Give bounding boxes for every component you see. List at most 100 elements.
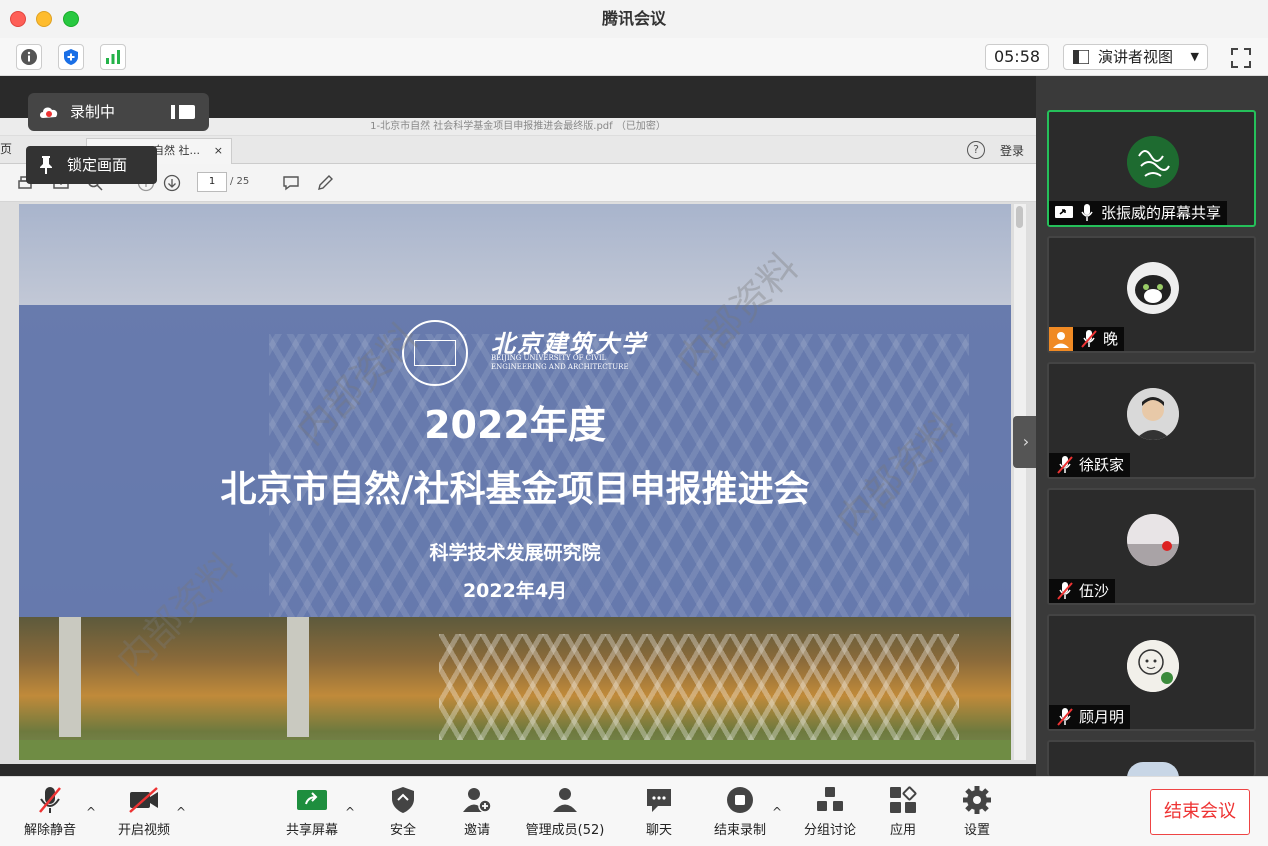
layout-icon (1073, 50, 1089, 64)
unmute-button[interactable]: 解除静音 (22, 785, 78, 838)
participant-label: 伍沙 (1049, 579, 1116, 603)
chevron-up-icon[interactable]: ^ (772, 805, 782, 819)
stop-record-icon (727, 787, 753, 813)
avatar (1127, 136, 1179, 188)
chat-label: 聊天 (645, 823, 672, 838)
info-icon[interactable] (16, 44, 42, 70)
signal-icon[interactable] (100, 44, 126, 70)
title-bar: 腾讯会议 (0, 0, 1268, 38)
add-user-icon (463, 788, 492, 813)
video-off-icon (129, 787, 158, 813)
security-label: 安全 (389, 823, 416, 838)
comment-icon[interactable] (282, 174, 300, 192)
stop-record-icon[interactable] (181, 105, 195, 119)
participant-tile[interactable]: 张振威的屏幕共享 (1047, 110, 1256, 227)
slide-title: 北京市自然/社科基金项目申报推进会 (220, 469, 810, 510)
microphone-icon (1081, 204, 1093, 221)
lock-screen-button[interactable]: 锁定画面 (26, 146, 157, 184)
breakout-icon (817, 787, 843, 811)
recording-label: 录制中 (70, 103, 116, 121)
view-mode-label: 演讲者视图 (1098, 48, 1174, 66)
participant-label: 徐跃家 (1049, 453, 1131, 477)
members-icon (553, 788, 577, 812)
avatar (1127, 514, 1179, 566)
mic-muted-icon (1057, 708, 1073, 726)
university-logo-english: BEIJING UNIVERSITY OF CIVIL ENGINEERING … (491, 354, 629, 371)
lock-screen-label: 锁定画面 (67, 156, 128, 174)
fullscreen-icon[interactable] (1229, 46, 1253, 70)
page-down-icon[interactable] (163, 174, 181, 192)
pen-icon[interactable] (316, 174, 334, 192)
screen-share-icon (1055, 206, 1073, 218)
chevron-up-icon[interactable]: ^ (86, 805, 96, 819)
window-close-button[interactable] (10, 11, 26, 27)
chat-icon (647, 789, 671, 812)
shield-icon (392, 787, 414, 813)
security-button[interactable]: 安全 (381, 785, 425, 838)
start-video-button[interactable]: 开启视频 (116, 785, 172, 838)
participant-tile[interactable]: 晚 (1047, 236, 1256, 353)
chevron-down-icon: ▼ (1190, 50, 1199, 63)
end-recording-button[interactable]: 结束录制 (711, 785, 769, 838)
settings-label: 设置 (963, 823, 990, 838)
end-meeting-button[interactable]: 结束会议 (1150, 789, 1250, 835)
meeting-timer: 05:58 (985, 44, 1049, 70)
slide-organization: 科学技术发展研究院 (429, 542, 601, 564)
gear-icon (963, 786, 991, 814)
login-link[interactable]: 登录 (1000, 142, 1024, 159)
pdf-scrollbar[interactable] (1014, 204, 1026, 760)
shield-icon[interactable] (58, 44, 84, 70)
avatar (1127, 640, 1179, 692)
settings-button[interactable]: 设置 (955, 785, 999, 838)
help-icon[interactable]: ? (967, 141, 985, 159)
bottom-toolbar: 解除静音 ^ 开启视频 ^ 共享屏幕 ^ 安全 邀请 管理成员(52) 聊天 结… (0, 776, 1268, 846)
window-minimize-button[interactable] (36, 11, 52, 27)
window-title: 腾讯会议 (601, 9, 666, 28)
apps-button[interactable]: 应用 (881, 785, 925, 838)
share-screen-button[interactable]: 共享屏幕 (283, 785, 341, 838)
unmute-label: 解除静音 (23, 823, 76, 838)
chevron-up-icon[interactable]: ^ (345, 805, 355, 819)
meeting-window: 腾讯会议 05:58 演讲者视图 ▼ 1-北京市自然 社会科学基金项目申报推进会… (0, 0, 1268, 846)
participant-tile[interactable] (1047, 740, 1256, 778)
chevron-up-icon[interactable]: ^ (176, 805, 186, 819)
recording-indicator: 录制中 (28, 93, 209, 131)
participant-tile[interactable]: 顾月明 (1047, 614, 1256, 731)
window-maximize-button[interactable] (63, 11, 79, 27)
chat-button[interactable]: 聊天 (637, 785, 681, 838)
pdf-scrollbar-thumb[interactable] (1016, 206, 1023, 228)
view-mode-button[interactable]: 演讲者视图 ▼ (1063, 44, 1208, 70)
participant-name: 顾月明 (1079, 708, 1125, 726)
slide-date: 2022年4月 (462, 580, 568, 602)
manage-members-button[interactable]: 管理成员(52) (523, 785, 607, 838)
participant-label: 晚 (1073, 327, 1125, 351)
university-seal-icon (402, 320, 468, 386)
avatar (1127, 262, 1179, 314)
apps-label: 应用 (889, 823, 916, 838)
presentation-slide: 北京建筑大学 BEIJING UNIVERSITY OF CIVIL ENGIN… (19, 204, 1011, 760)
pin-icon (40, 156, 52, 174)
top-toolbar: 05:58 演讲者视图 ▼ (0, 38, 1268, 76)
mic-muted-icon (1057, 456, 1073, 474)
pdf-home-tab[interactable]: 页 (0, 140, 12, 157)
participant-label: 张振威的屏幕共享 (1049, 201, 1228, 225)
end-recording-label: 结束录制 (713, 823, 766, 838)
start-video-label: 开启视频 (117, 823, 170, 838)
invite-button[interactable]: 邀请 (455, 785, 499, 838)
participant-name: 伍沙 (1079, 582, 1110, 600)
participant-label: 顾月明 (1049, 705, 1131, 729)
cloud-record-icon (40, 107, 58, 118)
avatar (1127, 388, 1179, 440)
participant-tile[interactable]: 徐跃家 (1047, 362, 1256, 479)
share-screen-label: 共享屏幕 (285, 823, 338, 838)
participant-tile[interactable]: 伍沙 (1047, 488, 1256, 605)
breakout-rooms-button[interactable]: 分组讨论 (801, 785, 859, 838)
close-icon[interactable]: × (214, 139, 223, 163)
participant-name: 晚 (1103, 330, 1119, 348)
mic-muted-icon (39, 787, 61, 813)
apps-icon (890, 786, 917, 813)
invite-label: 邀请 (463, 823, 490, 838)
screen-share-icon (297, 790, 327, 810)
page-number-input[interactable]: 1 (197, 172, 227, 192)
pdf-document-tab-label: 自然 社... (153, 144, 200, 157)
